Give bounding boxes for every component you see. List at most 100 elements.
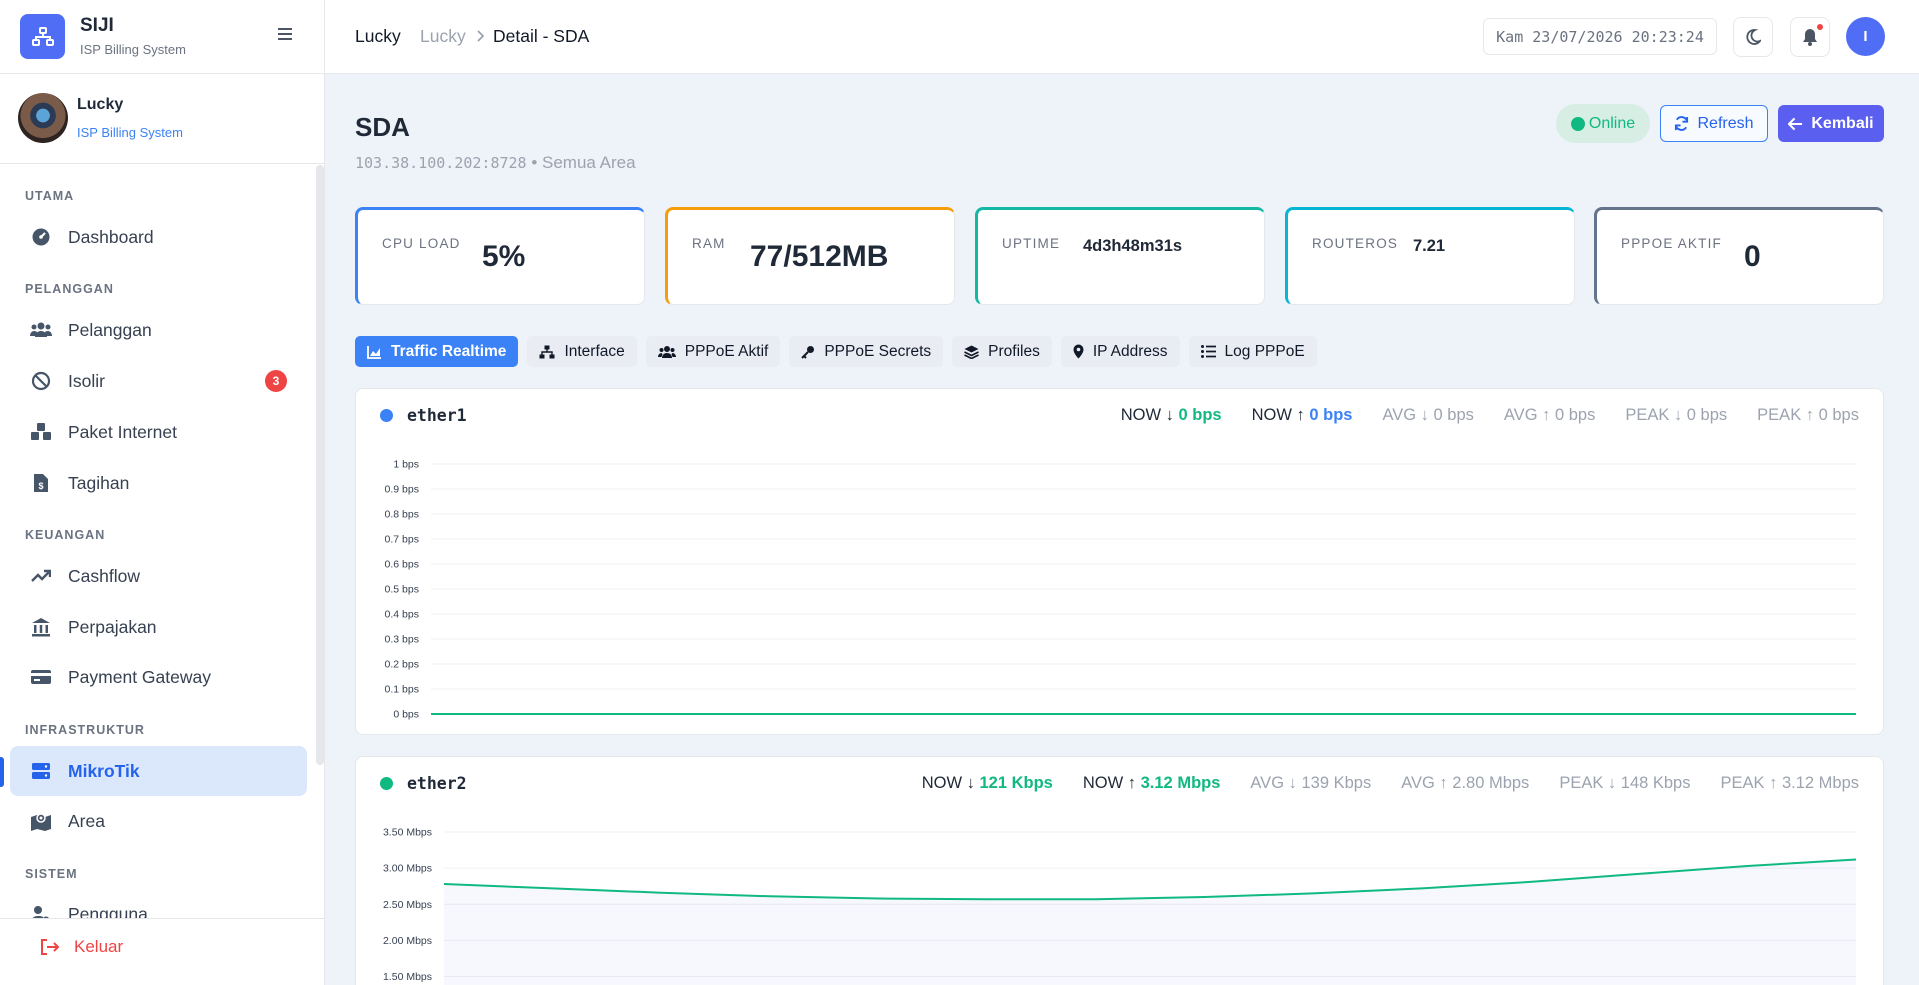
- sidebar-item-label: Pelanggan: [68, 319, 152, 340]
- back-button[interactable]: Kembali: [1778, 105, 1884, 142]
- detail-tabs: Traffic Realtime Interface PPPoE Aktif P…: [355, 336, 1317, 367]
- tab-label: PPPoE Secrets: [824, 342, 932, 360]
- y-tick-label: 0.7 bps: [385, 534, 419, 546]
- logout-area: Keluar: [0, 918, 324, 985]
- user-avatar-button[interactable]: I: [1846, 17, 1885, 56]
- profile-name: Lucky: [77, 96, 124, 113]
- ban-icon: [30, 370, 52, 392]
- stat-value: 4d3h48m31s: [1083, 237, 1183, 255]
- subtitle-separator: •: [531, 153, 538, 172]
- list-icon: [1200, 345, 1216, 358]
- logout-label: Keluar: [74, 937, 124, 956]
- stat-uptime: UPTIME 4d3h48m31s: [975, 207, 1265, 305]
- arrow-left-icon: [1788, 117, 1803, 131]
- active-indicator: [0, 757, 4, 787]
- tab-profiles[interactable]: Profiles: [952, 336, 1052, 367]
- y-tick-label: 0.3 bps: [385, 634, 419, 646]
- sidebar-item-area[interactable]: Area: [10, 796, 307, 846]
- user-gear-icon: [30, 904, 52, 918]
- stat-value: 7.21: [1413, 237, 1446, 255]
- bell-icon: [1801, 24, 1823, 46]
- avatar: [18, 93, 68, 143]
- datetime-display: Kam 23/07/2026 20:23:24: [1483, 18, 1717, 55]
- y-tick-label: 1.50 Mbps: [383, 971, 432, 983]
- traffic-chart-ether2: 1.50 Mbps 2.00 Mbps 2.50 Mbps 3.00 Mbps 3.50…: [383, 827, 1857, 985]
- breadcrumb-current: Detail - SDA: [493, 26, 590, 46]
- tab-pppoe-aktif[interactable]: PPPoE Aktif: [645, 336, 781, 367]
- sidebar-item-mikrotik[interactable]: MikroTik: [10, 746, 307, 796]
- invoice-icon: $: [30, 472, 52, 494]
- status-label: Online: [1588, 114, 1636, 132]
- sidebar-item-label: Dashboard: [68, 226, 154, 247]
- network-logo-icon: [20, 14, 65, 59]
- y-tick-label: 0.4 bps: [385, 609, 419, 621]
- area-chart-icon: [367, 345, 382, 359]
- app-subtitle: ISP Billing System: [80, 42, 186, 57]
- y-tick-label: 0.2 bps: [385, 659, 419, 671]
- stat-label: UPTIME: [1002, 236, 1061, 251]
- sidebar-item-label: Paket Internet: [68, 421, 177, 442]
- moon-icon: [1745, 29, 1761, 45]
- traffic-panel-ether2: ether2 NOW ↓ 121 Kbps NOW ↑ 3.12 Mbps AV…: [355, 756, 1884, 985]
- y-tick-label: 3.00 Mbps: [383, 863, 432, 875]
- section-keuangan: KEUANGAN: [25, 528, 106, 542]
- refresh-button[interactable]: Refresh: [1660, 105, 1768, 142]
- stat-label: ROUTEROS: [1312, 236, 1399, 251]
- y-tick-label: 0.5 bps: [385, 584, 419, 596]
- breadcrumb-parent[interactable]: Lucky: [420, 26, 466, 47]
- y-tick-label: 0.1 bps: [385, 684, 419, 696]
- theme-toggle-button[interactable]: [1733, 17, 1773, 57]
- sidebar-item-cashflow[interactable]: Cashflow: [10, 551, 307, 601]
- sidebar-item-label: MikroTik: [68, 760, 140, 781]
- sidebar-item-pengguna[interactable]: Pengguna: [10, 890, 307, 918]
- isolir-count-badge: 3: [265, 370, 287, 392]
- menu-toggle-icon[interactable]: [276, 26, 294, 44]
- router-address: 103.38.100.202:8728: [355, 154, 527, 172]
- sidebar-item-label: Pengguna: [68, 904, 148, 918]
- cubes-icon: [30, 421, 52, 443]
- sidebar-item-dashboard[interactable]: Dashboard: [10, 212, 307, 262]
- layers-icon: [964, 345, 980, 359]
- sidebar-item-pelanggan[interactable]: Pelanggan: [10, 305, 307, 355]
- series-area: [444, 859, 1856, 985]
- stat-label: CPU LOAD: [382, 236, 461, 251]
- logout-button[interactable]: Keluar: [40, 937, 123, 957]
- y-tick-label: 0.9 bps: [385, 484, 419, 496]
- sidebar-item-perpajakan[interactable]: Perpajakan: [10, 602, 307, 652]
- stat-label: PPPOE AKTIF: [1621, 236, 1722, 251]
- tab-ip-address[interactable]: IP Address: [1060, 336, 1180, 367]
- sidebar-item-label: Cashflow: [68, 565, 140, 586]
- users-icon: [30, 319, 52, 341]
- notifications-button[interactable]: [1790, 17, 1830, 57]
- traffic-panel-ether1: ether1 NOW ↓ 0 bps NOW ↑ 0 bps AVG ↓ 0 b…: [355, 388, 1884, 735]
- breadcrumb-root[interactable]: Lucky: [355, 26, 401, 47]
- stat-label: RAM: [692, 236, 726, 251]
- svg-text:$: $: [38, 481, 43, 491]
- tab-log-pppoe[interactable]: Log PPPoE: [1188, 336, 1317, 367]
- sidebar-item-payment-gateway[interactable]: Payment Gateway: [10, 652, 307, 702]
- tab-label: Interface: [564, 342, 625, 360]
- status-badge: Online: [1556, 104, 1650, 143]
- sidebar-scrollbar[interactable]: [316, 165, 324, 765]
- stat-value: 77/512MB: [750, 240, 889, 273]
- stat-routeros: ROUTEROS 7.21: [1285, 207, 1575, 305]
- section-infrastruktur: INFRASTRUKTUR: [25, 723, 145, 737]
- y-tick-label: 2.00 Mbps: [383, 935, 432, 947]
- sidebar-item-isolir[interactable]: Isolir 3: [10, 356, 307, 406]
- tab-traffic-realtime[interactable]: Traffic Realtime: [355, 336, 519, 367]
- tab-label: IP Address: [1092, 342, 1168, 360]
- page-title: SDA: [355, 112, 410, 142]
- tab-pppoe-secrets[interactable]: PPPoE Secrets: [789, 336, 944, 367]
- tab-label: Profiles: [988, 342, 1040, 360]
- tab-interface[interactable]: Interface: [527, 336, 637, 367]
- y-tick-label: 0.6 bps: [385, 559, 419, 571]
- y-tick-label: 3.50 Mbps: [383, 827, 432, 839]
- sidebar-profile: Lucky ISP Billing System: [0, 74, 324, 164]
- sidebar-item-label: Area: [68, 810, 105, 831]
- sidebar-item-tagihan[interactable]: $ Tagihan: [10, 458, 307, 508]
- sidebar-item-paket-internet[interactable]: Paket Internet: [10, 407, 307, 457]
- back-label: Kembali: [1811, 114, 1874, 132]
- stat-cpu-load: CPU LOAD 5%: [355, 207, 645, 305]
- stat-value: 0: [1744, 240, 1761, 273]
- map-icon: [30, 810, 52, 832]
